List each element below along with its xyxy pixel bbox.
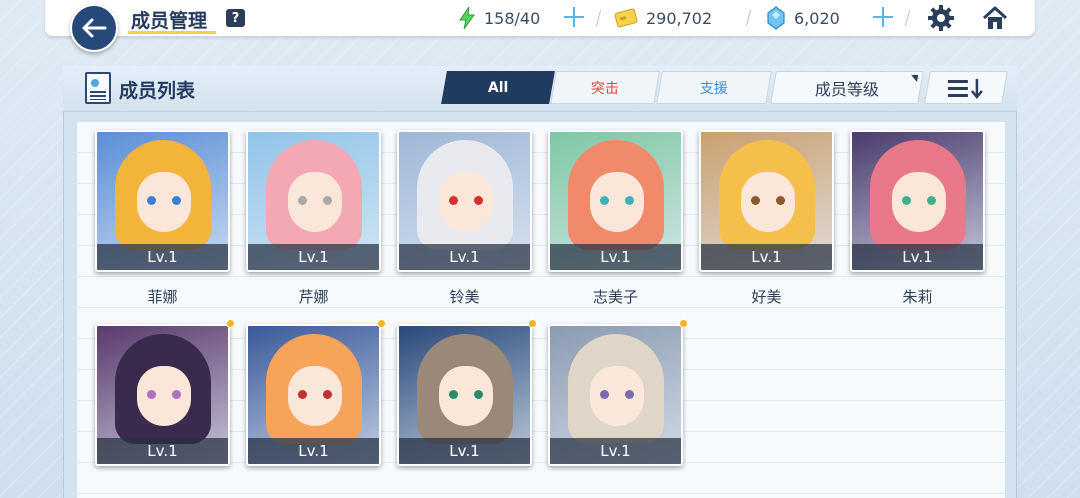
gems-value: 6,020: [794, 8, 840, 28]
portrait-face: [590, 172, 644, 232]
member-level: Lv.1: [248, 438, 379, 464]
portrait-eye: [751, 196, 760, 205]
help-button[interactable]: ?: [226, 9, 245, 27]
member-card[interactable]: Lv.1: [699, 130, 834, 272]
member-level: Lv.1: [550, 438, 681, 464]
portrait-eye: [323, 196, 332, 205]
member-card[interactable]: Lv.1: [548, 130, 683, 272]
tab-support[interactable]: 支援: [656, 71, 772, 104]
member-level: Lv.1: [248, 244, 379, 270]
member-level: Lv.1: [97, 438, 228, 464]
member-card[interactable]: Lv.1: [246, 130, 381, 272]
portrait-face: [590, 366, 644, 426]
sort-dropdown[interactable]: 成员等级: [770, 71, 924, 104]
member-level: Lv.1: [852, 244, 983, 270]
ap-value: 158/40: [484, 8, 541, 28]
portrait-eye: [625, 390, 634, 399]
portrait-face: [288, 172, 342, 232]
portrait-eye: [449, 196, 458, 205]
portrait-face: [439, 172, 493, 232]
new-indicator: [528, 319, 537, 328]
credits-counter: 290,702: [614, 4, 712, 32]
portrait-eye: [625, 196, 634, 205]
portrait-eye: [449, 390, 458, 399]
member-level: Lv.1: [550, 244, 681, 270]
lightning-icon: [459, 6, 475, 30]
dropdown-corner-icon: [909, 75, 919, 82]
portrait-eye: [172, 390, 181, 399]
member-level: Lv.1: [701, 244, 832, 270]
portrait-eye: [172, 196, 181, 205]
portrait-eye: [600, 196, 609, 205]
gear-icon: [928, 5, 954, 31]
portrait-eye: [902, 196, 911, 205]
home-icon: [982, 6, 1008, 29]
portrait-eye: [298, 196, 307, 205]
portrait-eye: [147, 196, 156, 205]
portrait-eye: [298, 390, 307, 399]
member-name: 芹娜: [298, 288, 329, 306]
portrait-face: [439, 366, 493, 426]
sort-descending-icon: [948, 78, 983, 99]
member-name: 好美: [751, 288, 782, 306]
member-card[interactable]: Lv.1: [397, 324, 532, 466]
member-name: 菲娜: [147, 288, 178, 306]
panel-title: 成员列表: [119, 80, 196, 102]
arrow-left-icon: [82, 18, 107, 38]
portrait-eye: [474, 390, 483, 399]
member-card[interactable]: Lv.1: [246, 324, 381, 466]
member-card[interactable]: Lv.1: [95, 324, 230, 466]
new-indicator: [679, 319, 688, 328]
home-button[interactable]: [981, 4, 1009, 36]
member-name: 铃美: [449, 288, 480, 306]
credit-card-icon: [614, 8, 638, 28]
title-underline: [128, 31, 216, 34]
member-card[interactable]: Lv.1: [850, 130, 985, 272]
page-title: 成员管理: [131, 10, 208, 32]
portrait-face: [137, 172, 191, 232]
tab-strike[interactable]: 突击: [550, 71, 660, 104]
portrait-eye: [776, 196, 785, 205]
portrait-face: [892, 172, 946, 232]
tab-all[interactable]: All: [441, 71, 555, 104]
sort-order-button[interactable]: [924, 71, 1008, 104]
portrait-eye: [147, 390, 156, 399]
portrait-face: [137, 366, 191, 426]
add-ap-button[interactable]: [563, 6, 585, 28]
portrait-face: [288, 366, 342, 426]
settings-button[interactable]: [927, 4, 955, 36]
tab-label: 突击: [591, 80, 619, 97]
portrait-eye: [600, 390, 609, 399]
back-button[interactable]: [70, 4, 118, 52]
portrait-eye: [927, 196, 936, 205]
portrait-face: [741, 172, 795, 232]
member-name: 志美子: [592, 288, 638, 306]
portrait-eye: [474, 196, 483, 205]
member-name: 朱莉: [902, 288, 933, 306]
tab-label: 支援: [700, 80, 728, 97]
member-level: Lv.1: [399, 244, 530, 270]
ap-counter: 158/40: [458, 4, 540, 32]
new-indicator: [377, 319, 386, 328]
add-gems-button[interactable]: [872, 6, 894, 28]
sort-label: 成员等级: [814, 79, 879, 99]
new-indicator: [226, 319, 235, 328]
member-list-icon: [85, 72, 111, 104]
credits-value: 290,702: [646, 8, 713, 28]
portrait-eye: [323, 390, 332, 399]
member-card[interactable]: Lv.1: [95, 130, 230, 272]
member-level: Lv.1: [399, 438, 530, 464]
gem-icon: [767, 6, 785, 30]
member-grid: Lv.1 菲娜 Lv.1 芹娜 Lv.1 铃美 Lv.1 志美子 Lv.1 好美 Lv.1 朱莉 Lv.…: [77, 122, 1005, 498]
member-card[interactable]: Lv.1: [397, 130, 532, 272]
tab-label: All: [487, 79, 509, 96]
gems-counter: 6,020: [766, 4, 840, 32]
member-level: Lv.1: [97, 244, 228, 270]
member-card[interactable]: Lv.1: [548, 324, 683, 466]
